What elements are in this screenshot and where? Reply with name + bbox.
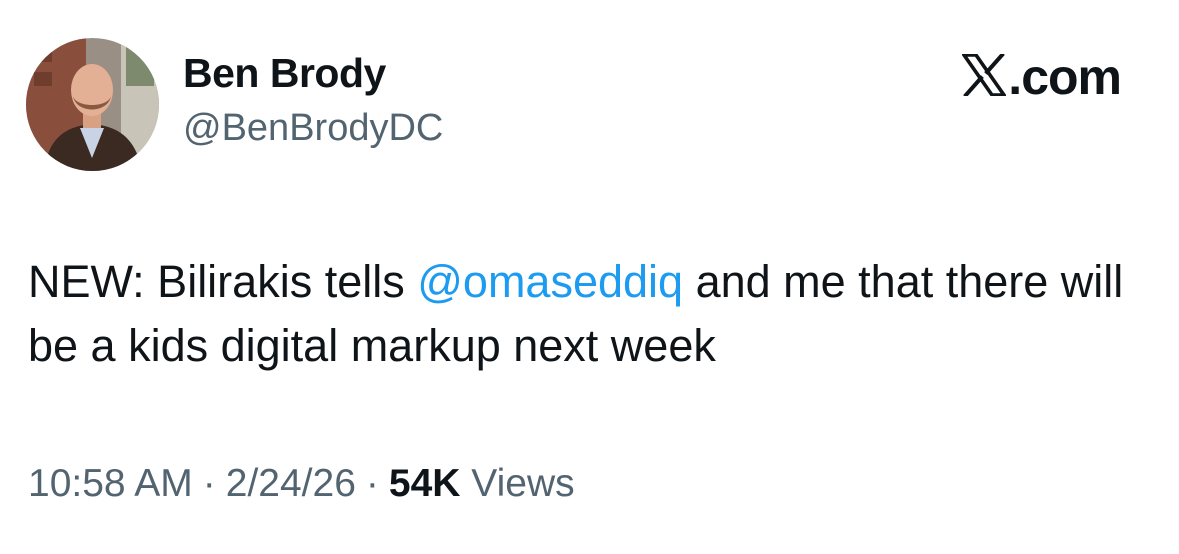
avatar-photo-icon xyxy=(26,38,159,171)
tweet-time[interactable]: 10:58 AM xyxy=(28,462,193,505)
tweet-text-start: NEW: Bilirakis tells xyxy=(28,256,418,307)
meta-separator: · xyxy=(202,462,216,505)
x-brand-watermark: .com xyxy=(960,49,1122,105)
mention-link[interactable]: @omaseddiq xyxy=(417,256,683,307)
tweet-date[interactable]: 2/24/26 xyxy=(226,462,356,505)
tweet-card: Ben Brody @BenBrodyDC .com NEW: Biliraki… xyxy=(0,0,1179,554)
meta-separator: · xyxy=(365,462,379,505)
author-display-name[interactable]: Ben Brody xyxy=(183,50,386,97)
tweet-meta: 10:58 AM · 2/24/26 · 54K Views xyxy=(28,462,575,506)
author-handle[interactable]: @BenBrodyDC xyxy=(183,107,443,150)
views-count[interactable]: 54K xyxy=(389,462,461,505)
tweet-body: NEW: Bilirakis tells @omaseddiq and me t… xyxy=(28,250,1148,378)
x-logo-icon xyxy=(960,51,1008,101)
views-label: Views xyxy=(471,462,575,505)
avatar[interactable] xyxy=(26,38,159,171)
brand-domain-text: .com xyxy=(1008,49,1122,105)
